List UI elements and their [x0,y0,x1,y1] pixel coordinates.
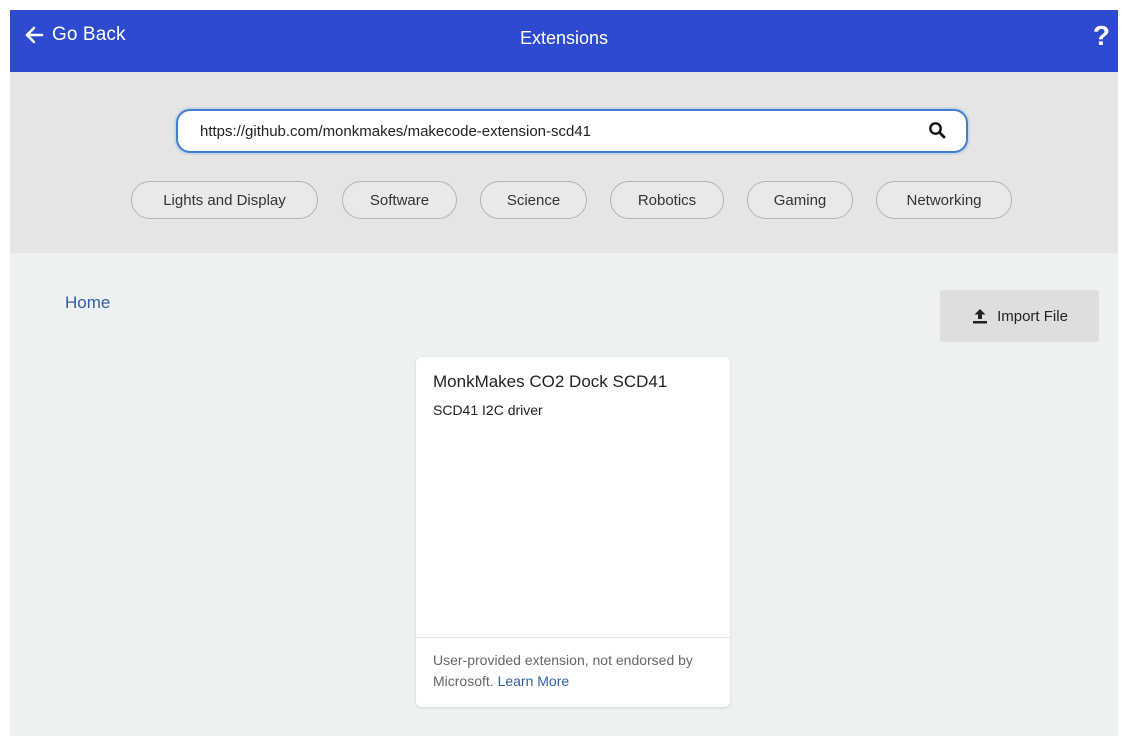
chip-networking[interactable]: Networking [876,181,1012,219]
category-chips: Lights and Display Software Science Robo… [10,181,1118,221]
search-input[interactable] [200,111,900,151]
learn-more-link[interactable]: Learn More [498,673,570,689]
extension-card[interactable]: MonkMakes CO2 Dock SCD41 SCD41 I2C drive… [416,357,730,707]
extension-card-footer: User-provided extension, not endorsed by… [416,637,730,707]
chip-gaming[interactable]: Gaming [747,181,853,219]
extension-disclaimer: User-provided extension, not endorsed by… [433,650,723,692]
search-section: Lights and Display Software Science Robo… [10,72,1118,253]
chip-science[interactable]: Science [480,181,587,219]
import-file-button[interactable]: Import File [940,290,1099,342]
search-box [176,109,968,153]
chip-robotics[interactable]: Robotics [610,181,724,219]
header-bar: Go Back Extensions ? [10,10,1118,72]
extensions-dialog: Go Back Extensions ? Lights and Display … [10,10,1118,736]
breadcrumb-home[interactable]: Home [65,293,110,313]
search-icon[interactable] [928,121,946,139]
chip-lights-and-display[interactable]: Lights and Display [131,181,318,219]
chip-software[interactable]: Software [342,181,457,219]
upload-icon [973,309,988,324]
page-title: Extensions [519,28,609,48]
extension-description: SCD41 I2C driver [433,402,543,418]
import-file-label: Import File [997,307,1068,325]
extension-title: MonkMakes CO2 Dock SCD41 [433,372,668,391]
help-button[interactable]: ? [1093,20,1110,52]
